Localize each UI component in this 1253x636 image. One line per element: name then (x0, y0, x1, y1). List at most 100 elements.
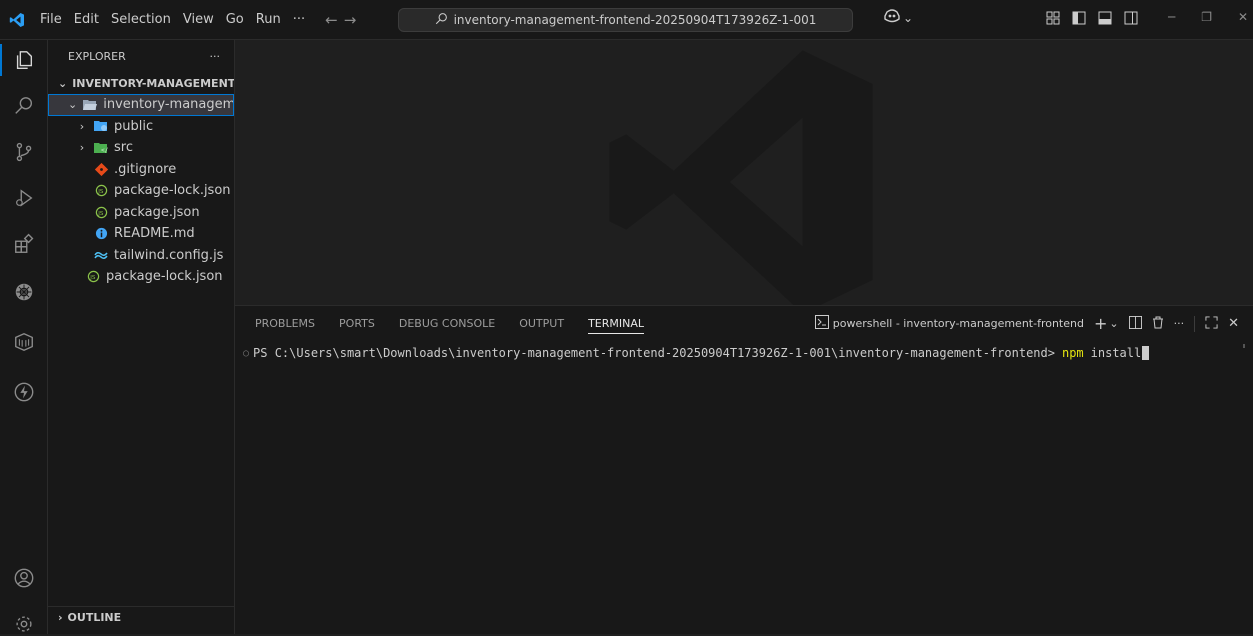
info-icon (94, 227, 108, 241)
menu-selection[interactable]: Selection (105, 7, 177, 33)
tree-item-label: tailwind.config.js (114, 247, 224, 263)
tree-item-root-package-lock-json[interactable]: JS package-lock.json (48, 266, 234, 288)
workspace-root-section[interactable]: ⌄ INVENTORY-MANAGEMENT-... (48, 72, 234, 94)
menu-more[interactable]: ··· (287, 7, 311, 33)
terminal-scrollbar[interactable] (1243, 344, 1245, 348)
search-icon[interactable] (12, 94, 36, 118)
tab-output[interactable]: OUTPUT (519, 314, 564, 334)
copilot-button[interactable]: ⌄ (884, 9, 913, 26)
toggle-primary-sidebar-icon[interactable] (1072, 11, 1086, 29)
tree-item-label: inventory-managem... (103, 97, 234, 113)
command-center-search[interactable]: inventory-management-frontend-20250904T1… (398, 8, 853, 32)
new-terminal-icon[interactable]: + (1094, 314, 1107, 333)
split-terminal-icon[interactable] (1128, 315, 1142, 332)
folder-open-icon (83, 98, 98, 112)
explorer-icon[interactable] (0, 44, 36, 76)
terminal-prompt: PS C:\Users\smart\Downloads\inventory-ma… (253, 346, 1055, 360)
svg-text:JS: JS (89, 275, 96, 281)
tree-item-label: package-lock.json (114, 183, 231, 199)
chevron-down-icon[interactable]: ⌄ (1109, 317, 1118, 330)
tree-item-gitignore[interactable]: .gitignore (48, 159, 234, 181)
outline-section[interactable]: › OUTLINE (48, 606, 235, 628)
terminal-icon (814, 315, 829, 332)
lightning-icon[interactable] (12, 380, 36, 404)
search-text: inventory-management-frontend-20250904T1… (453, 13, 817, 27)
back-arrow-icon[interactable]: ← (325, 11, 338, 29)
extensions-icon[interactable] (12, 232, 36, 256)
terminal-line[interactable]: ○ PS C:\Users\smart\Downloads\inventory-… (243, 346, 1150, 360)
chevron-right-icon: › (79, 119, 85, 133)
menu-go[interactable]: Go (220, 7, 250, 33)
tree-item-tailwind-config[interactable]: tailwind.config.js (48, 245, 234, 267)
workspace-root-label: INVENTORY-MANAGEMENT-... (72, 76, 234, 90)
chevron-right-icon: › (58, 611, 63, 624)
tree-item-project-folder[interactable]: ⌄ inventory-managem... (48, 94, 234, 116)
tab-terminal[interactable]: TERMINAL (588, 314, 644, 334)
source-control-icon[interactable] (12, 140, 36, 164)
tree-item-label: public (114, 118, 154, 134)
settings-gear-icon[interactable] (12, 612, 36, 636)
tab-problems[interactable]: PROBLEMS (255, 314, 315, 334)
run-debug-icon[interactable] (12, 186, 36, 210)
git-icon (94, 162, 108, 176)
menu-view[interactable]: View (177, 7, 220, 33)
npm-json-icon: JS (86, 270, 100, 284)
svg-text:</>: </> (101, 147, 108, 154)
account-icon[interactable] (12, 566, 36, 590)
panel-tabs: PROBLEMS PORTS DEBUG CONSOLE OUTPUT TERM… (255, 314, 644, 334)
terminal-command: npm (1061, 346, 1084, 360)
restore-icon[interactable]: ❐ (1201, 10, 1212, 24)
search-icon (435, 12, 448, 28)
forward-arrow-icon[interactable]: → (344, 11, 357, 29)
toggle-secondary-sidebar-icon[interactable] (1124, 11, 1138, 29)
menu-file[interactable]: File (34, 7, 68, 33)
outline-label: OUTLINE (67, 611, 122, 624)
tree-item-package-lock-json[interactable]: JS package-lock.json (48, 180, 234, 202)
svg-text:JS: JS (97, 211, 104, 217)
vscode-logo-icon (0, 0, 34, 40)
more-actions-icon[interactable]: ··· (1174, 317, 1185, 330)
folder-public-icon (94, 119, 108, 133)
toggle-panel-icon[interactable] (1098, 11, 1112, 29)
tree-item-src[interactable]: › </> src (48, 137, 234, 159)
tab-debug-console[interactable]: DEBUG CONSOLE (399, 314, 495, 334)
customize-layout-icon[interactable] (1046, 11, 1060, 29)
explorer-header: EXPLORER ··· (48, 40, 234, 72)
containers-icon[interactable] (12, 330, 36, 354)
editor-area (235, 40, 1253, 305)
minimize-icon[interactable]: ─ (1168, 10, 1175, 24)
tree-item-label: package.json (114, 204, 200, 220)
menu-edit[interactable]: Edit (68, 7, 105, 33)
close-icon[interactable]: ✕ (1238, 10, 1248, 24)
navigation-arrows: ← → (325, 11, 356, 29)
tree-item-readme[interactable]: README.md (48, 223, 234, 245)
tree-item-public[interactable]: › public (48, 116, 234, 138)
kubernetes-icon[interactable] (12, 280, 36, 304)
panel-actions: powershell - inventory-management-fronte… (814, 314, 1239, 333)
chevron-right-icon: › (79, 141, 85, 155)
menu-run[interactable]: Run (250, 7, 287, 33)
chevron-down-icon: ⌄ (58, 76, 68, 90)
explorer-more-actions[interactable]: ··· (210, 50, 221, 63)
chevron-down-icon: ⌄ (68, 98, 78, 112)
tab-ports[interactable]: PORTS (339, 314, 375, 334)
explorer-title: EXPLORER (68, 49, 126, 63)
tailwind-icon (94, 248, 108, 262)
terminal-name[interactable]: powershell - inventory-management-fronte… (833, 317, 1084, 330)
chevron-down-icon: ⌄ (903, 10, 914, 25)
menu-bar: File Edit Selection View Go Run ··· (34, 7, 311, 33)
divider (1194, 315, 1196, 332)
maximize-panel-icon[interactable] (1205, 315, 1218, 332)
close-panel-icon[interactable]: ✕ (1228, 316, 1239, 331)
terminal-cursor (1142, 346, 1150, 360)
tree-item-package-json[interactable]: JS package.json (48, 202, 234, 224)
activity-bar (0, 40, 48, 634)
layout-controls (1046, 11, 1138, 29)
bottom-panel: PROBLEMS PORTS DEBUG CONSOLE OUTPUT TERM… (235, 305, 1253, 634)
vscode-watermark-icon (609, 50, 873, 305)
npm-json-icon: JS (94, 205, 108, 219)
trash-icon[interactable] (1152, 316, 1164, 332)
terminal-argument: install (1090, 346, 1142, 360)
command-status-icon: ○ (243, 347, 250, 359)
title-bar: File Edit Selection View Go Run ··· ← → … (0, 0, 1253, 40)
